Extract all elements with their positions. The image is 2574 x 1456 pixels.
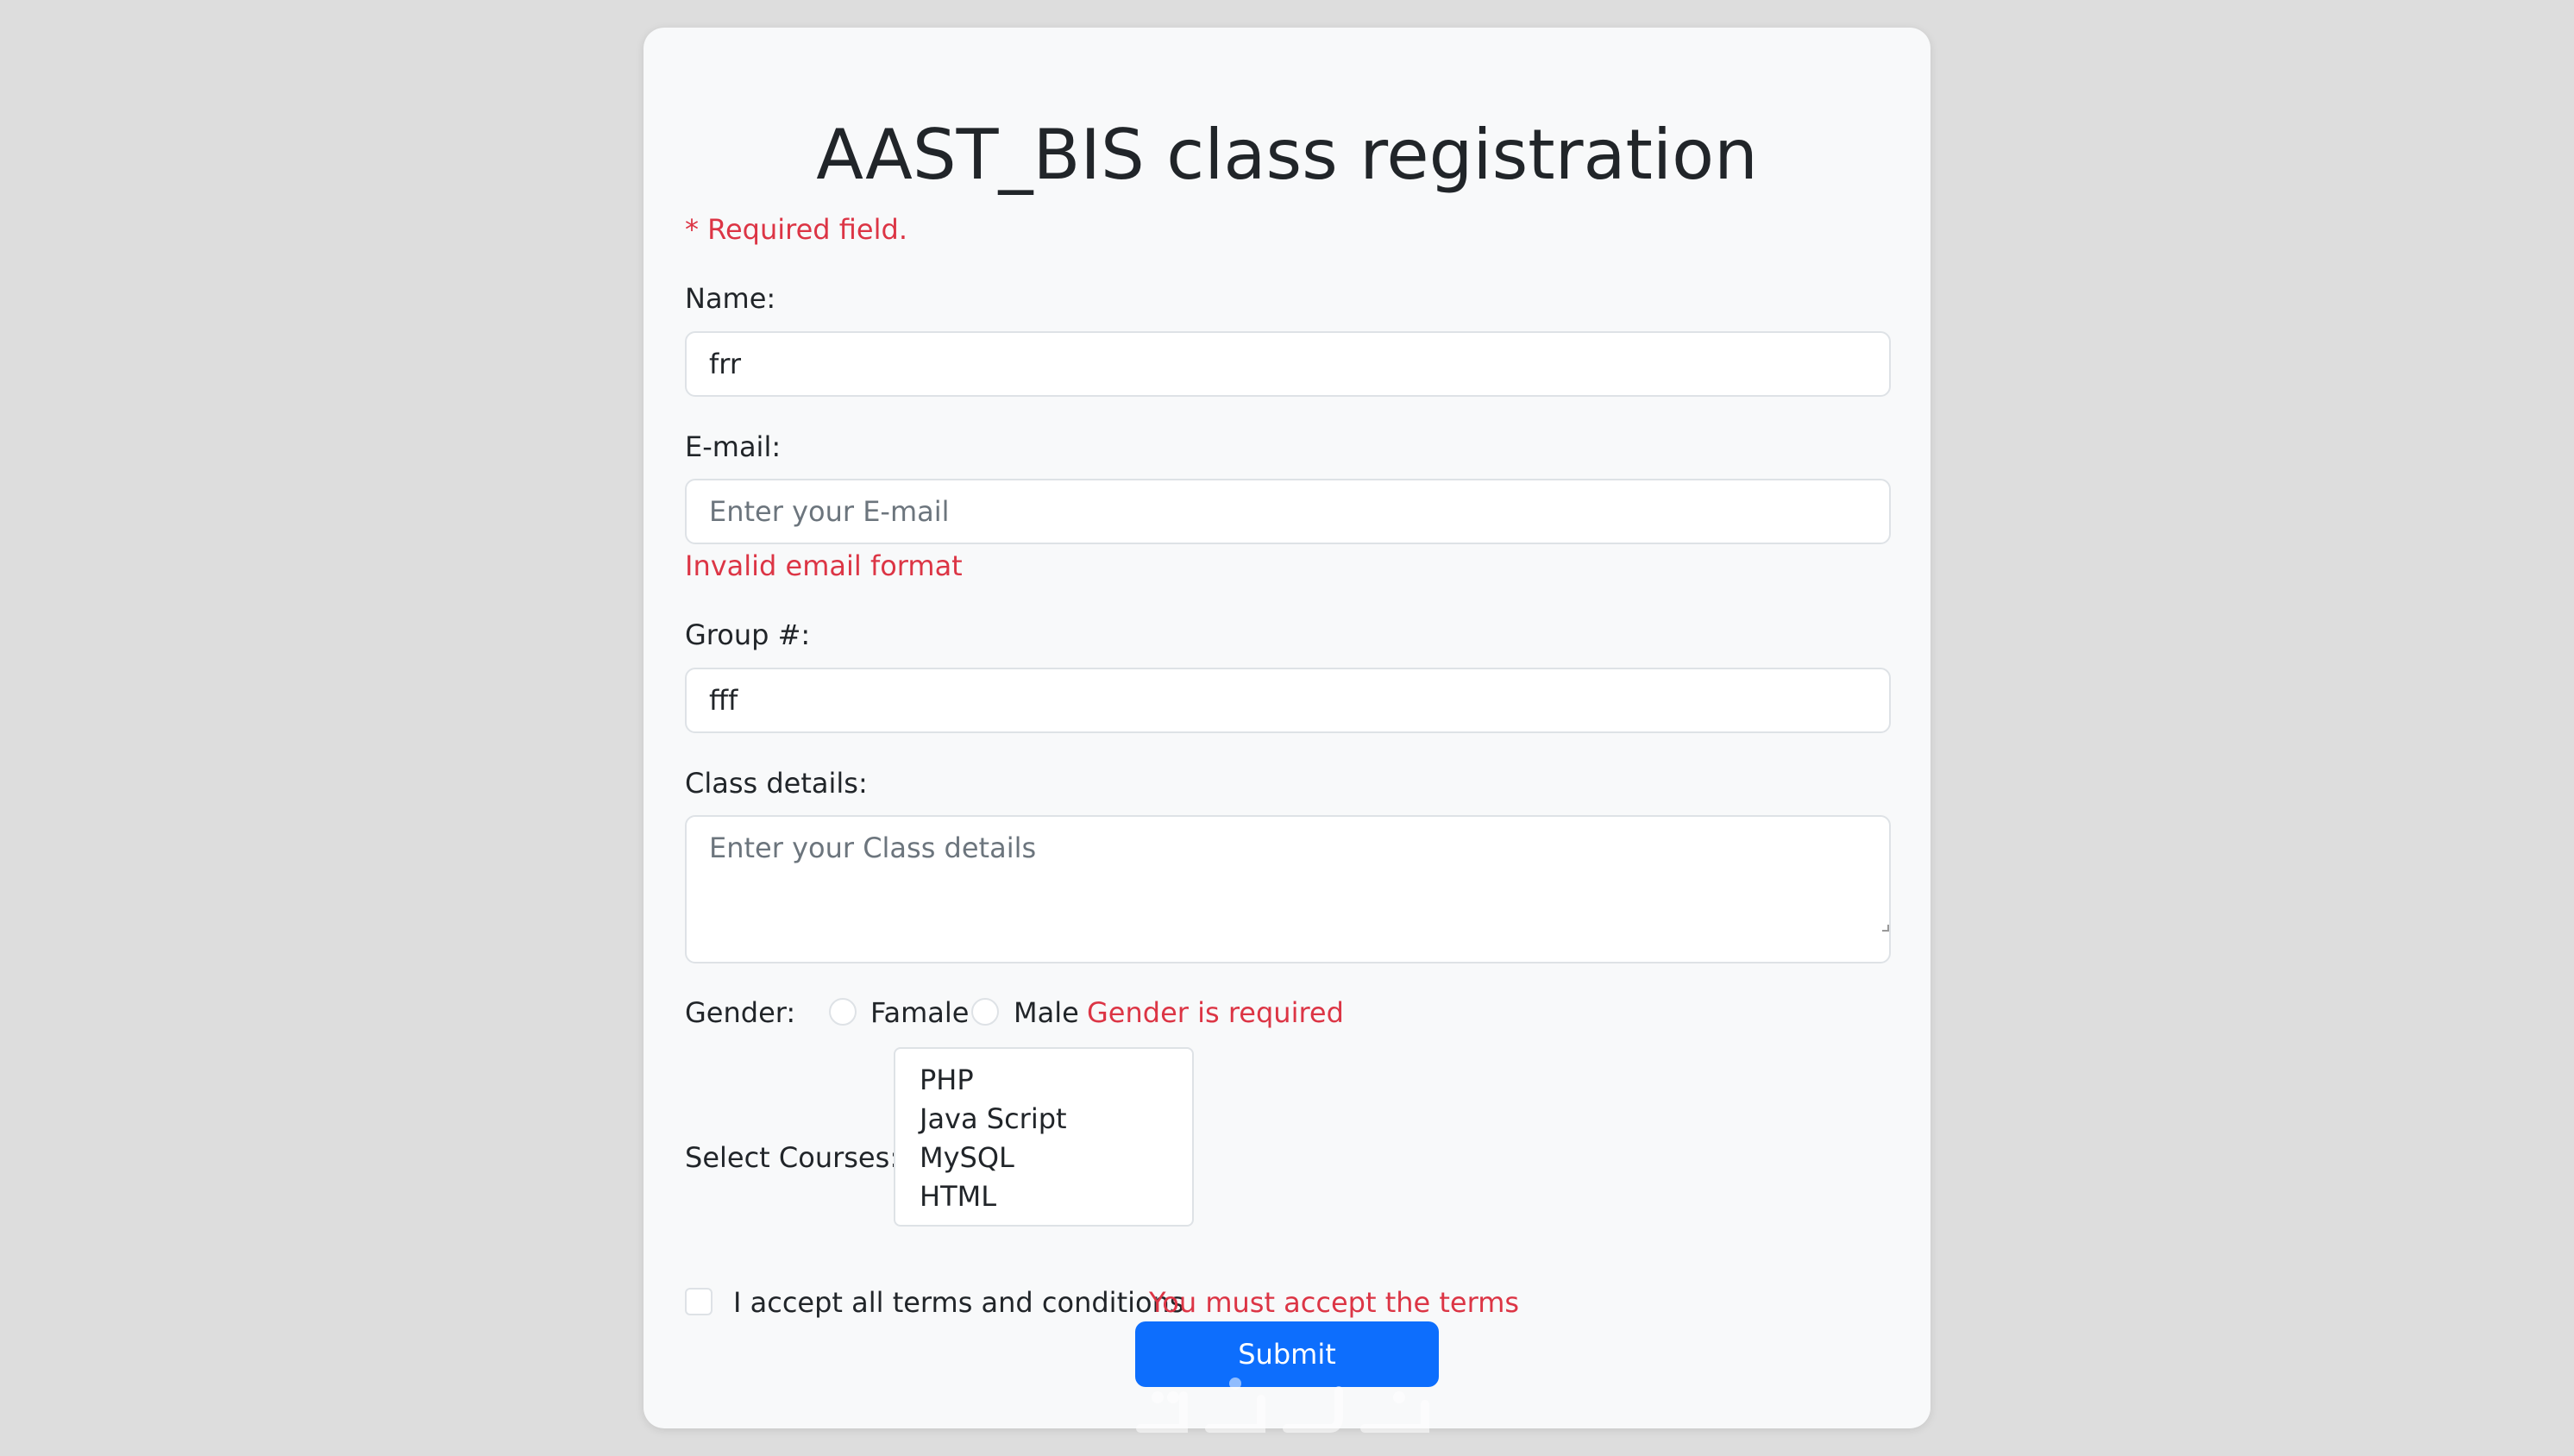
page-title: AAST_BIS class registration [816, 115, 1758, 195]
group-input[interactable] [685, 668, 1891, 733]
resize-grip-icon[interactable] [1882, 925, 1889, 932]
course-option-mysql[interactable]: MySQL [895, 1139, 1192, 1177]
courses-label: Select Courses: [685, 1141, 900, 1174]
registration-card: AAST_BIS class registration * Required f… [644, 28, 1930, 1433]
terms-label: I accept all terms and conditions [733, 1286, 1184, 1319]
group-label: Group #: [685, 618, 811, 651]
name-label: Name: [685, 282, 776, 315]
terms-checkbox[interactable] [685, 1288, 713, 1315]
required-note: * Required field. [685, 213, 907, 246]
gender-option-famale: Famale [870, 996, 970, 1029]
gender-option-male: Male [1014, 996, 1079, 1029]
email-label: E-mail: [685, 430, 782, 463]
gender-label: Gender: [685, 996, 796, 1029]
email-input[interactable] [685, 479, 1891, 544]
class-details-label: Class details: [685, 767, 868, 800]
gender-error: Gender is required [1087, 996, 1344, 1029]
course-option-php[interactable]: PHP [895, 1061, 1192, 1100]
name-input[interactable] [685, 331, 1891, 397]
submit-button[interactable]: Submit [1135, 1321, 1439, 1387]
terms-error: You must accept the terms [1149, 1286, 1520, 1319]
courses-select[interactable]: PHP Java Script MySQL HTML [894, 1047, 1194, 1227]
course-option-javascript[interactable]: Java Script [895, 1100, 1192, 1139]
class-details-textarea[interactable] [685, 815, 1891, 963]
gender-radio-famale[interactable] [829, 998, 857, 1026]
email-error: Invalid email format [685, 549, 963, 582]
course-option-html[interactable]: HTML [895, 1177, 1192, 1216]
gender-radio-male[interactable] [971, 998, 999, 1026]
